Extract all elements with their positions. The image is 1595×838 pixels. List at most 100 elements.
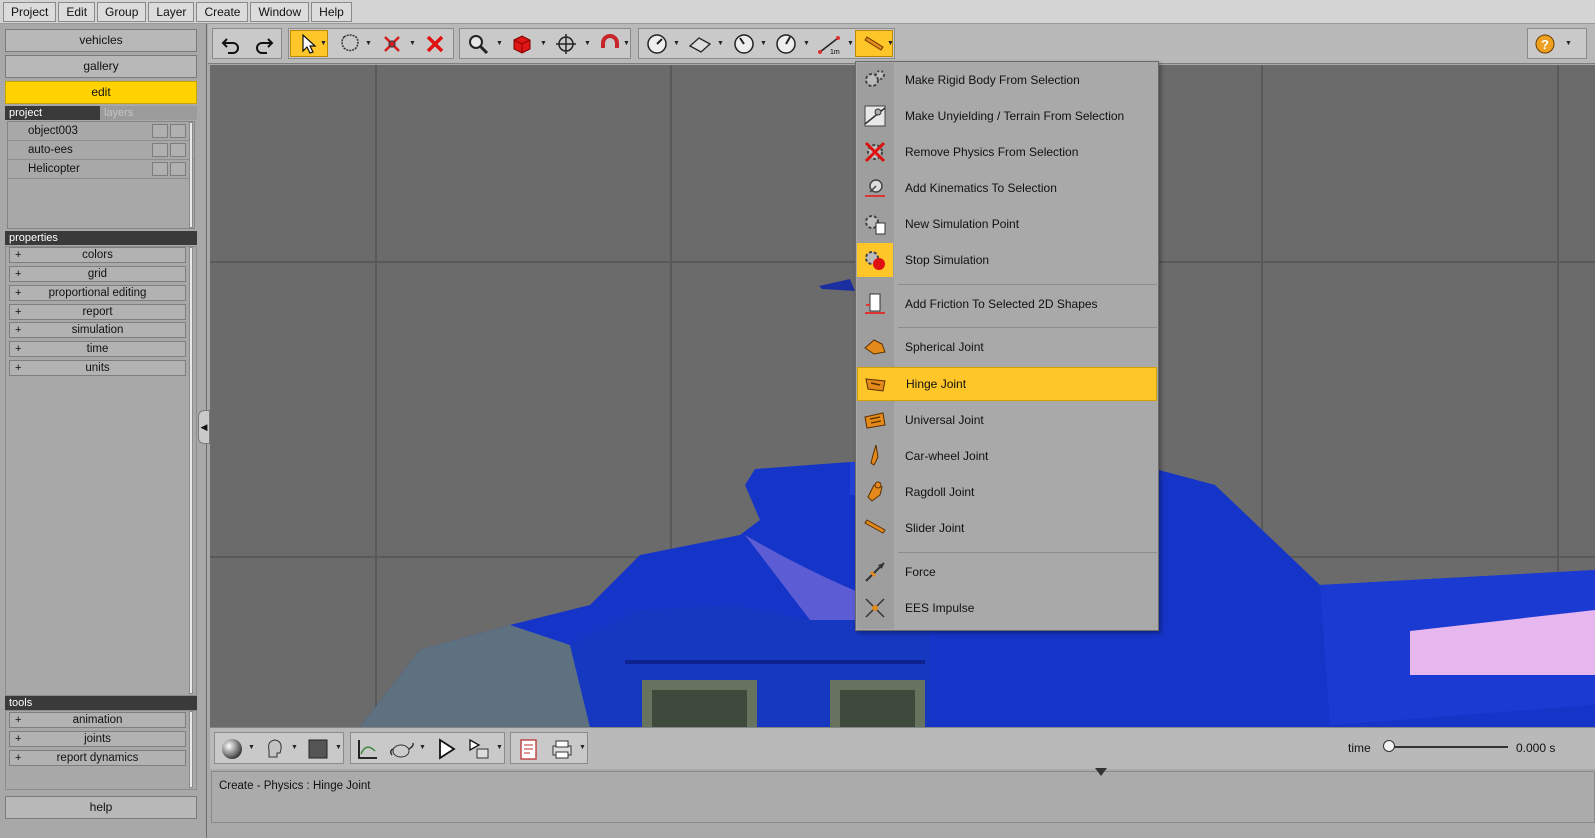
- list-item[interactable]: object003: [8, 122, 194, 141]
- lock-checkbox[interactable]: [170, 143, 186, 157]
- property-time[interactable]: + time: [9, 341, 186, 357]
- menu-item-ees-impulse[interactable]: EES Impulse: [857, 591, 1157, 625]
- menu-item-stop-simulation[interactable]: Stop Simulation: [857, 243, 1157, 277]
- plane-tool-button[interactable]: [684, 30, 716, 57]
- tab-project[interactable]: project: [5, 106, 100, 120]
- report-group: ▼: [510, 732, 588, 764]
- property-simulation[interactable]: + simulation: [9, 322, 186, 338]
- chevron-down-icon: ▼: [248, 744, 255, 751]
- expand-status-icon[interactable]: [1091, 766, 1111, 778]
- graph-button[interactable]: [353, 735, 383, 762]
- menu-item-make-unyielding[interactable]: Make Unyielding / Terrain From Selection: [857, 99, 1157, 133]
- print-icon: [552, 740, 572, 758]
- magnet-tool-button[interactable]: [594, 30, 626, 57]
- dial-icon: [734, 33, 754, 54]
- menu-item-remove-physics[interactable]: Remove Physics From Selection: [857, 135, 1157, 169]
- time-slider-handle[interactable]: [1383, 740, 1395, 752]
- menu-group[interactable]: Group: [97, 1, 147, 22]
- list-item[interactable]: auto-ees: [8, 141, 194, 160]
- menu-item-add-kinematics[interactable]: Add Kinematics To Selection: [857, 171, 1157, 205]
- expand-icon: +: [15, 733, 22, 745]
- menu-item-add-friction[interactable]: Add Friction To Selected 2D Shapes: [857, 287, 1157, 321]
- view-group: ▼ ▼ ▼ ▼: [459, 28, 631, 59]
- menu-item-hinge-joint[interactable]: Hinge Joint: [857, 367, 1157, 401]
- menu-item-force[interactable]: Force: [857, 555, 1157, 589]
- menu-create[interactable]: Create: [196, 1, 249, 22]
- tool-joints[interactable]: + joints: [9, 731, 186, 747]
- move-tool-button[interactable]: [550, 30, 582, 57]
- property-label: simulation: [71, 324, 124, 336]
- chevron-down-icon: ▼: [673, 40, 680, 47]
- head-view-button[interactable]: [259, 735, 289, 762]
- zoom-tool-button[interactable]: [462, 30, 494, 57]
- menu-item-label: Force: [905, 565, 936, 579]
- visibility-checkbox[interactable]: [152, 124, 168, 138]
- lock-checkbox[interactable]: [170, 162, 186, 176]
- menu-item-slider-joint[interactable]: Slider Joint: [857, 511, 1157, 545]
- properties-scrollbar[interactable]: [189, 247, 193, 694]
- menu-project[interactable]: Project: [3, 1, 57, 22]
- property-report[interactable]: + report: [9, 304, 186, 320]
- menu-layer[interactable]: Layer: [148, 1, 195, 22]
- collapse-panel-button[interactable]: ◀: [198, 410, 210, 444]
- menu-item-new-simulation-point[interactable]: New Simulation Point: [857, 207, 1157, 241]
- delete-button[interactable]: [419, 30, 451, 57]
- undo-icon: [221, 37, 239, 54]
- tools-scrollbar[interactable]: [189, 711, 193, 788]
- teapot-button[interactable]: [385, 735, 419, 762]
- measure-tool-button[interactable]: 1m: [814, 30, 846, 57]
- lasso-tool-button[interactable]: [333, 30, 367, 57]
- force-icon: [865, 562, 885, 582]
- menu-item-spherical-joint[interactable]: Spherical Joint: [857, 330, 1157, 364]
- property-grid[interactable]: + grid: [9, 266, 186, 282]
- dial-tool-button[interactable]: [728, 30, 760, 57]
- material-sphere-button[interactable]: [217, 735, 247, 762]
- chevron-down-icon: ▼: [847, 40, 854, 47]
- play-list-button[interactable]: [464, 735, 494, 762]
- dial2-tool-button[interactable]: [770, 30, 802, 57]
- tools-header: tools: [5, 696, 197, 710]
- report-button[interactable]: [513, 735, 543, 762]
- list-item[interactable]: Helicopter: [8, 160, 194, 179]
- menu-help[interactable]: Help: [311, 1, 352, 22]
- left-panel: vehicles gallery edit project layers obj…: [0, 24, 207, 838]
- create-cube-button[interactable]: [506, 30, 538, 57]
- scatter-tool-button[interactable]: [375, 30, 409, 57]
- menu-item-car-wheel-joint[interactable]: Car-wheel Joint: [857, 439, 1157, 473]
- chevron-down-icon: ▼: [760, 40, 767, 47]
- menu-item-universal-joint[interactable]: Universal Joint: [857, 403, 1157, 437]
- menu-edit[interactable]: Edit: [58, 1, 96, 22]
- property-colors[interactable]: + colors: [9, 247, 186, 263]
- stop-sim-icon: [865, 251, 885, 270]
- undo-button[interactable]: [216, 30, 246, 57]
- menu-item-make-rigid-body[interactable]: Make Rigid Body From Selection: [857, 63, 1157, 97]
- tool-report-dynamics[interactable]: + report dynamics: [9, 750, 186, 766]
- nav-gallery-button[interactable]: gallery: [5, 55, 197, 78]
- time-slider-track[interactable]: [1384, 746, 1508, 748]
- lock-checkbox[interactable]: [170, 124, 186, 138]
- property-units[interactable]: + units: [9, 360, 186, 376]
- print-button[interactable]: [547, 735, 577, 762]
- nav-edit-button[interactable]: edit: [5, 81, 197, 104]
- project-item-label: object003: [28, 125, 78, 137]
- chevron-down-icon: ▼: [291, 744, 298, 751]
- visibility-checkbox[interactable]: [152, 162, 168, 176]
- color-square-button[interactable]: [303, 735, 333, 762]
- gauge-tool-button[interactable]: [641, 30, 673, 57]
- visibility-checkbox[interactable]: [152, 143, 168, 157]
- menu-window[interactable]: Window: [250, 1, 310, 22]
- help-toolbar-button[interactable]: ?: [1530, 30, 1560, 57]
- menu-item-ragdoll-joint[interactable]: Ragdoll Joint: [857, 475, 1157, 509]
- report-icon: [520, 738, 537, 760]
- project-scrollbar[interactable]: [189, 122, 193, 228]
- nav-vehicles-button[interactable]: vehicles: [5, 29, 197, 52]
- property-proportional-editing[interactable]: + proportional editing: [9, 285, 186, 301]
- chevron-down-icon: ▼: [803, 40, 810, 47]
- menu-item-label: Universal Joint: [905, 413, 984, 427]
- tool-animation[interactable]: + animation: [9, 712, 186, 728]
- redo-button[interactable]: [249, 30, 279, 57]
- status-bar: Create - Physics : Hinge Joint: [211, 768, 1595, 823]
- help-button[interactable]: help: [5, 796, 197, 819]
- tab-layers[interactable]: layers: [100, 106, 197, 120]
- play-button[interactable]: [431, 735, 461, 762]
